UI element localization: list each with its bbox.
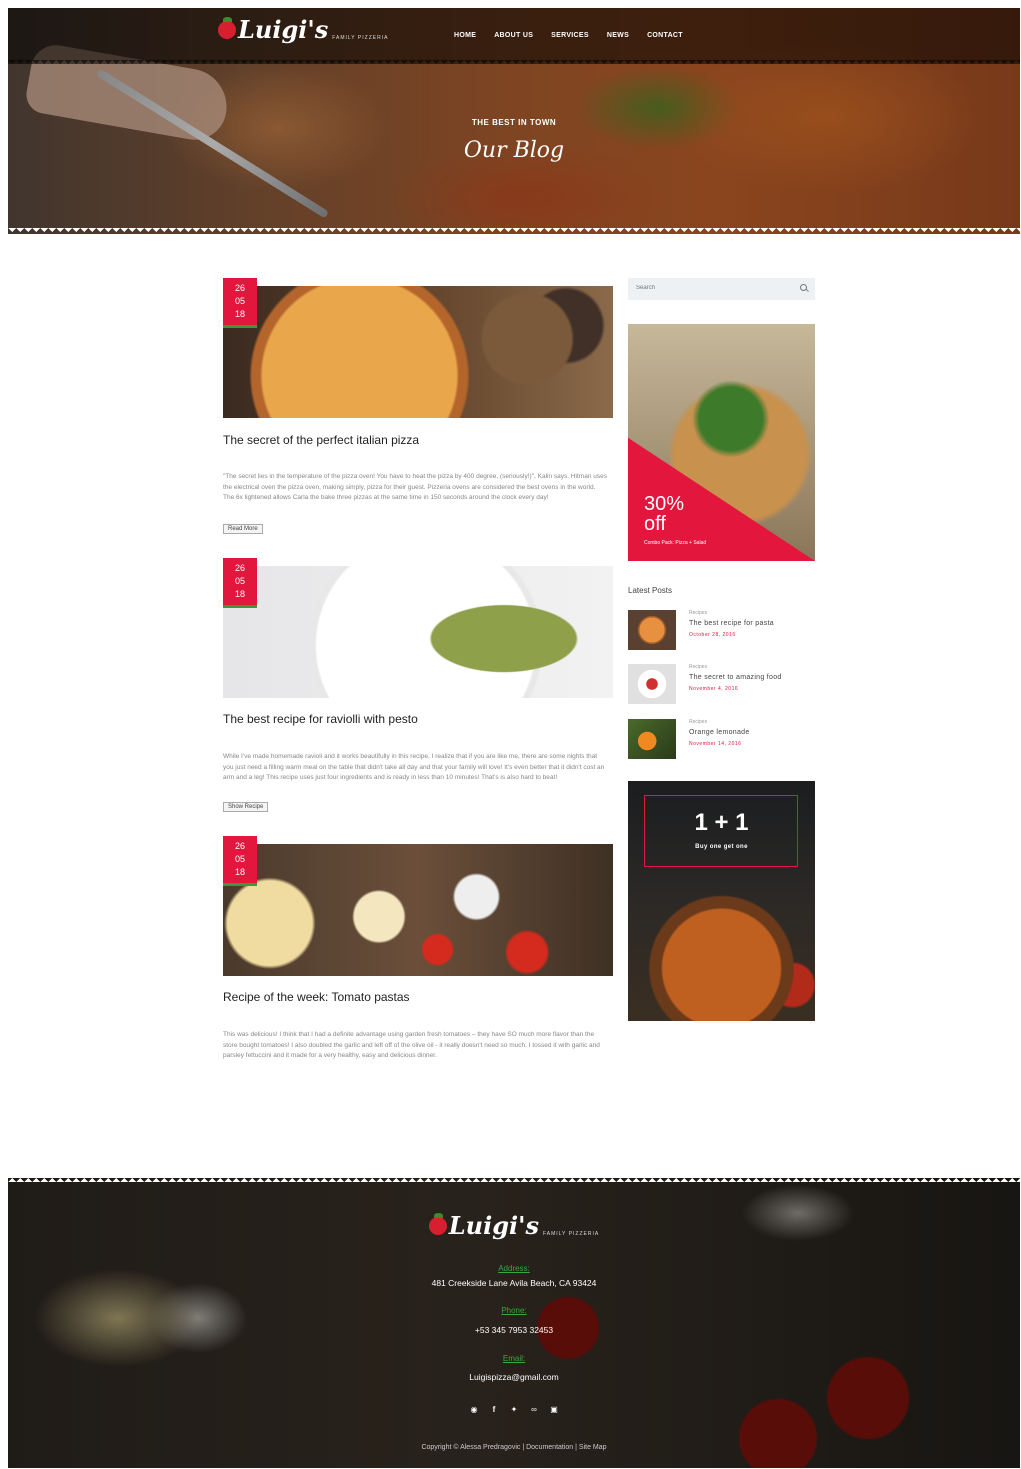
promo-discount: 30% off [644,493,685,535]
instagram-icon[interactable]: ▣ [550,1406,558,1414]
latest-post-title[interactable]: The best recipe for pasta [689,620,774,627]
latest-posts-heading: Latest Posts [628,586,673,595]
latest-post-category[interactable]: Recipes [689,719,707,725]
copyright-text: Copyright © Alessa Predragovic [421,1444,521,1451]
post-title[interactable]: Recipe of the week: Tomato pastas [223,990,410,1004]
documentation-link[interactable]: Documentation [526,1444,573,1451]
logo-subtitle: FAMILY PIZZERIA [332,35,389,41]
site-map-link[interactable]: Site Map [579,1444,607,1451]
nav-about-us[interactable]: ABOUT US [494,32,533,39]
promo-subtitle: Combo Pack: Pizza + Salad [644,540,707,546]
date-badge: 26 05 18 [223,278,257,328]
search-icon[interactable] [800,284,807,291]
page: Luigi's FAMILY PIZZERIA HOME ABOUT US SE… [8,8,1020,1468]
footer: Luigi's FAMILY PIZZERIA Address: 481 Cre… [8,1178,1020,1468]
latest-post-date: November 4, 2016 [689,686,739,692]
latest-post-category[interactable]: Recipes [689,610,707,616]
latest-post-item[interactable]: Recipes Orange lemonade November 14, 201… [628,719,815,761]
twitter-icon[interactable]: ✦ [510,1406,518,1414]
phone-label: Phone: [501,1306,527,1315]
latest-post-title[interactable]: The secret to amazing food [689,674,782,681]
post-image-tomato-pasta[interactable] [223,844,613,976]
promo-bogo-banner[interactable]: 1 + 1 Buy one get one [628,781,815,1021]
dribbble-icon[interactable]: ◉ [470,1406,478,1414]
post-title[interactable]: The secret of the perfect italian pizza [223,433,419,447]
latest-post-category[interactable]: Recipes [689,664,707,670]
email-value[interactable]: Luigispizza@gmail.com [8,1372,1020,1382]
post-excerpt: This was delicious! I think that I had a… [223,1031,600,1059]
hero-banner: Luigi's FAMILY PIZZERIA HOME ABOUT US SE… [8,8,1020,234]
footer-logo[interactable]: Luigi's FAMILY PIZZERIA [8,1213,1020,1238]
latest-post-thumbnail[interactable] [628,719,676,759]
main-menu: HOME ABOUT US SERVICES NEWS CONTACT [454,32,683,39]
tomato-icon [218,17,236,39]
nav-services[interactable]: SERVICES [551,32,589,39]
latest-post-item[interactable]: Recipes The secret to amazing food Novem… [628,664,815,706]
latest-post-date: November 14, 2016 [689,741,742,747]
date-badge: 26 05 18 [223,836,257,886]
promo-combo-banner[interactable]: 30% off Combo Pack: Pizza + Salad [628,324,815,561]
post-image-ravioli[interactable] [223,566,613,698]
facebook-icon[interactable]: f [490,1406,498,1414]
promo-bogo-title: 1 + 1 [694,809,749,836]
nav-home[interactable]: HOME [454,32,476,39]
latest-post-title[interactable]: Orange lemonade [689,729,750,736]
email-label: Email: [502,1354,526,1363]
logo-text: Luigi's [238,15,329,44]
flickr-icon[interactable]: ∞ [530,1406,538,1414]
hero-tagline: THE BEST IN TOWN [471,118,557,127]
social-links: ◉ f ✦ ∞ ▣ [8,1406,1020,1414]
address-label: Address: [498,1264,530,1273]
logo[interactable]: Luigi's FAMILY PIZZERIA [218,15,389,44]
copyright-bar: Copyright © Alessa Predragovic | Documen… [421,1444,607,1451]
latest-post-date: October 28, 2016 [689,632,736,638]
search-input[interactable] [636,285,786,291]
read-more-button[interactable]: Read More [223,524,263,534]
page-title: Our Blog [463,138,565,163]
post-excerpt: "The secret lies in the temperature of t… [223,473,607,501]
promo-bogo-subtitle: Buy one get one [695,844,748,850]
post-image-pizza[interactable] [223,286,613,418]
date-badge: 26 05 18 [223,558,257,608]
post-title[interactable]: The best recipe for raviolli with pesto [223,712,418,726]
phone-value: +53 345 7953 32453 [474,1325,554,1335]
post-excerpt: While I've made homemade ravioli and it … [223,753,605,781]
latest-post-thumbnail[interactable] [628,664,676,704]
nav-contact[interactable]: CONTACT [647,32,683,39]
show-recipe-button[interactable]: Show Recipe [223,802,269,812]
latest-post-item[interactable]: Recipes The best recipe for pasta Octobe… [628,610,815,652]
tomato-icon [428,1213,447,1235]
nav-news[interactable]: NEWS [607,32,629,39]
latest-post-thumbnail[interactable] [628,610,676,650]
search-box [628,278,815,300]
address-value: 481 Creekside Lane Avila Beach, CA 93424 [431,1278,597,1288]
